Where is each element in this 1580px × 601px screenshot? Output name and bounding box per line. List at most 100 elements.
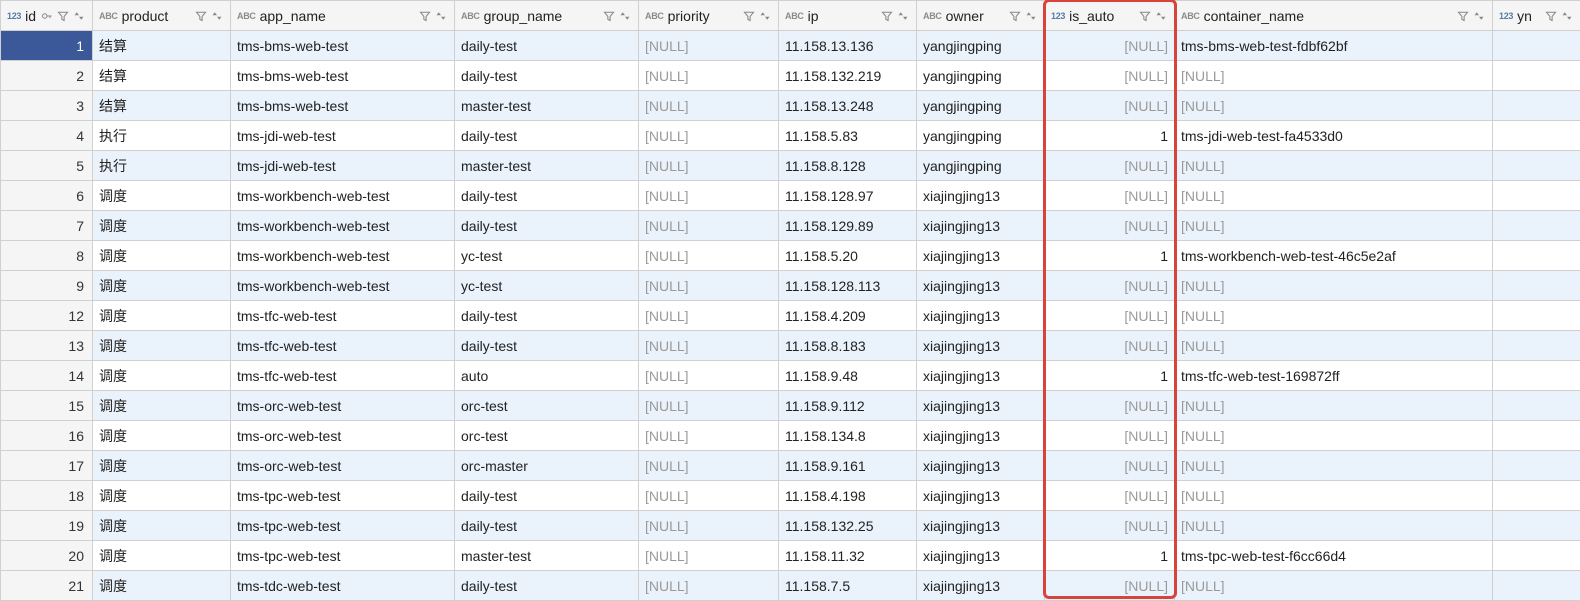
cell-app_name[interactable]: tms-tpc-web-test [231,511,455,541]
cell-is_auto[interactable]: [NULL] [1045,91,1175,121]
table-row[interactable]: 15调度tms-orc-web-testorc-test[NULL]11.158… [1,391,1580,421]
cell-product[interactable]: 调度 [93,271,231,301]
cell-owner[interactable]: xiajingjing13 [917,241,1045,271]
cell-ip[interactable]: 11.158.132.219 [779,61,917,91]
cell-priority[interactable]: [NULL] [639,541,779,571]
cell-app_name[interactable]: tms-orc-web-test [231,391,455,421]
cell-yn[interactable] [1493,301,1580,331]
cell-owner[interactable]: xiajingjing13 [917,571,1045,601]
cell-ip[interactable]: 11.158.128.113 [779,271,917,301]
cell-app_name[interactable]: tms-bms-web-test [231,31,455,61]
cell-owner[interactable]: yangjingping [917,121,1045,151]
cell-group_name[interactable]: daily-test [455,481,639,511]
sort-icon[interactable] [72,9,86,23]
cell-product[interactable]: 结算 [93,61,231,91]
cell-id[interactable]: 16 [1,421,93,451]
cell-is_auto[interactable]: [NULL] [1045,451,1175,481]
cell-ip[interactable]: 11.158.9.48 [779,361,917,391]
cell-is_auto[interactable]: [NULL] [1045,271,1175,301]
table-row[interactable]: 18调度tms-tpc-web-testdaily-test[NULL]11.1… [1,481,1580,511]
cell-ip[interactable]: 11.158.9.112 [779,391,917,421]
cell-id[interactable]: 12 [1,301,93,331]
cell-ip[interactable]: 11.158.13.248 [779,91,917,121]
cell-container_name[interactable]: [NULL] [1175,481,1493,511]
cell-container_name[interactable]: tms-tfc-web-test-169872ff [1175,361,1493,391]
cell-container_name[interactable]: [NULL] [1175,511,1493,541]
cell-container_name[interactable]: [NULL] [1175,301,1493,331]
cell-group_name[interactable]: yc-test [455,241,639,271]
table-row[interactable]: 5执行tms-jdi-web-testmaster-test[NULL]11.1… [1,151,1580,181]
filter-icon[interactable] [880,9,894,23]
cell-product[interactable]: 调度 [93,481,231,511]
cell-owner[interactable]: xiajingjing13 [917,481,1045,511]
sort-icon[interactable] [618,9,632,23]
column-header-yn[interactable]: 123yn [1493,1,1580,31]
cell-group_name[interactable]: daily-test [455,181,639,211]
cell-id[interactable]: 1 [1,31,93,61]
cell-product[interactable]: 调度 [93,391,231,421]
cell-is_auto[interactable]: [NULL] [1045,61,1175,91]
cell-is_auto[interactable]: 1 [1045,241,1175,271]
cell-yn[interactable] [1493,421,1580,451]
table-row[interactable]: 9调度tms-workbench-web-testyc-test[NULL]11… [1,271,1580,301]
cell-product[interactable]: 结算 [93,91,231,121]
filter-icon[interactable] [1008,9,1022,23]
cell-owner[interactable]: xiajingjing13 [917,271,1045,301]
cell-owner[interactable]: xiajingjing13 [917,511,1045,541]
cell-priority[interactable]: [NULL] [639,481,779,511]
table-row[interactable]: 4执行tms-jdi-web-testdaily-test[NULL]11.15… [1,121,1580,151]
cell-owner[interactable]: yangjingping [917,61,1045,91]
cell-is_auto[interactable]: 1 [1045,541,1175,571]
cell-yn[interactable] [1493,541,1580,571]
cell-owner[interactable]: yangjingping [917,151,1045,181]
cell-priority[interactable]: [NULL] [639,361,779,391]
filter-icon[interactable] [1456,9,1470,23]
cell-container_name[interactable]: [NULL] [1175,331,1493,361]
cell-priority[interactable]: [NULL] [639,181,779,211]
cell-group_name[interactable]: orc-test [455,421,639,451]
cell-group_name[interactable]: yc-test [455,271,639,301]
cell-priority[interactable]: [NULL] [639,331,779,361]
cell-ip[interactable]: 11.158.128.97 [779,181,917,211]
data-grid[interactable]: 123idABCproductABCapp_nameABCgroup_nameA… [0,0,1580,601]
filter-icon[interactable] [418,9,432,23]
cell-product[interactable]: 执行 [93,121,231,151]
sort-icon[interactable] [434,9,448,23]
cell-priority[interactable]: [NULL] [639,241,779,271]
column-header-app_name[interactable]: ABCapp_name [231,1,455,31]
cell-id[interactable]: 17 [1,451,93,481]
cell-container_name[interactable]: [NULL] [1175,211,1493,241]
table-row[interactable]: 8调度tms-workbench-web-testyc-test[NULL]11… [1,241,1580,271]
filter-icon[interactable] [602,9,616,23]
cell-id[interactable]: 2 [1,61,93,91]
cell-app_name[interactable]: tms-tfc-web-test [231,361,455,391]
cell-ip[interactable]: 11.158.13.136 [779,31,917,61]
column-header-id[interactable]: 123id [1,1,93,31]
table-row[interactable]: 1结算tms-bms-web-testdaily-test[NULL]11.15… [1,31,1580,61]
cell-app_name[interactable]: tms-tpc-web-test [231,481,455,511]
cell-owner[interactable]: xiajingjing13 [917,541,1045,571]
cell-container_name[interactable]: [NULL] [1175,91,1493,121]
table-row[interactable]: 6调度tms-workbench-web-testdaily-test[NULL… [1,181,1580,211]
cell-app_name[interactable]: tms-jdi-web-test [231,151,455,181]
cell-product[interactable]: 调度 [93,211,231,241]
cell-product[interactable]: 调度 [93,511,231,541]
cell-id[interactable]: 21 [1,571,93,601]
cell-product[interactable]: 调度 [93,181,231,211]
cell-priority[interactable]: [NULL] [639,571,779,601]
cell-container_name[interactable]: [NULL] [1175,571,1493,601]
cell-group_name[interactable]: master-test [455,541,639,571]
cell-yn[interactable] [1493,181,1580,211]
cell-yn[interactable] [1493,271,1580,301]
cell-ip[interactable]: 11.158.5.20 [779,241,917,271]
cell-yn[interactable] [1493,211,1580,241]
cell-owner[interactable]: yangjingping [917,31,1045,61]
cell-group_name[interactable]: orc-test [455,391,639,421]
cell-ip[interactable]: 11.158.7.5 [779,571,917,601]
column-header-is_auto[interactable]: 123is_auto [1045,1,1175,31]
cell-product[interactable]: 调度 [93,241,231,271]
cell-ip[interactable]: 11.158.9.161 [779,451,917,481]
cell-group_name[interactable]: daily-test [455,211,639,241]
cell-priority[interactable]: [NULL] [639,391,779,421]
filter-icon[interactable] [1138,9,1152,23]
